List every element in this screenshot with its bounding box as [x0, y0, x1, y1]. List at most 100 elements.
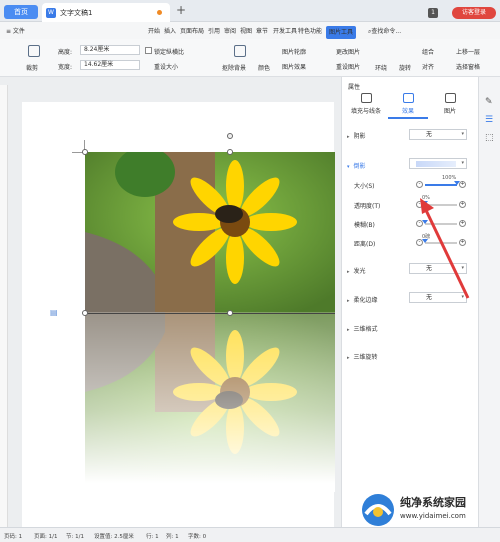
menu-insert[interactable]: 插入 — [164, 26, 176, 35]
menu-view[interactable]: 视图 — [240, 26, 252, 35]
menu-start[interactable]: 开始 — [148, 26, 160, 35]
bring-forward-button[interactable]: 上移一层 — [456, 47, 480, 56]
edit-icon[interactable]: ✎ — [485, 97, 493, 107]
menu-review[interactable]: 审阅 — [224, 26, 236, 35]
tab-home[interactable]: 首页 — [4, 5, 38, 19]
section-3d-rotation-label: 三维旋转 — [353, 354, 378, 361]
size-value: 100% — [442, 175, 457, 181]
vertical-ruler — [0, 85, 8, 527]
search-command[interactable]: ⌕查找命令... — [368, 26, 401, 36]
guest-login-button[interactable]: 访客登录 — [452, 7, 496, 19]
window-count-badge[interactable]: 1 — [428, 8, 438, 18]
reflection-preset-select[interactable]: ▾ — [409, 158, 467, 169]
menu-reference[interactable]: 引用 — [208, 26, 220, 35]
color-button[interactable]: 颜色 — [258, 63, 270, 72]
rotate-handle-icon[interactable] — [227, 133, 233, 139]
lock-ratio-label: 锁定纵横比 — [154, 49, 185, 56]
properties-icon[interactable]: ☰ — [485, 115, 493, 125]
picture-ribbon: 裁剪 高度: 8.24厘米 宽度: 14.62厘米 锁定纵横比 重设大小 抠除背… — [0, 39, 500, 77]
tab-document[interactable]: W 文字文稿1 — [42, 3, 170, 22]
change-pic-button[interactable]: 更改图片 — [336, 47, 360, 56]
distance-label: 距离(D) — [354, 241, 376, 248]
menu-picture-tools[interactable]: 图片工具 — [326, 26, 357, 39]
shadow-select-value: 无 — [426, 131, 433, 138]
section-3d-rotation[interactable]: ▸ 三维旋转 — [347, 352, 378, 361]
wrap-button[interactable]: 环绕 — [375, 63, 387, 72]
status-col: 列: 1 — [166, 534, 179, 540]
size-slider[interactable]: - 100% + — [416, 175, 466, 189]
section-soft-edges-label: 柔化边缘 — [353, 297, 378, 304]
selection-edge — [85, 313, 335, 314]
fill-icon — [360, 93, 372, 103]
section-glow[interactable]: ▸ 发光 — [347, 266, 366, 275]
transparency-label: 透明度(T) — [354, 203, 381, 210]
plus-icon[interactable]: + — [459, 181, 466, 188]
tab-fill-line[interactable]: 填充与线条 — [346, 93, 386, 119]
layout-options-icon[interactable]: ▤ — [50, 308, 58, 317]
expand-arrow-icon: ▾ — [347, 164, 350, 170]
status-section: 节: 1/1 — [66, 534, 84, 540]
collapse-arrow-icon: ▸ — [347, 134, 350, 140]
reflection-preset-swatch — [416, 161, 456, 167]
site-logo-icon — [362, 494, 394, 526]
section-reflection[interactable]: ▾ 倒影 — [347, 161, 366, 170]
collapse-arrow-icon: ▸ — [347, 355, 350, 361]
resize-handle[interactable] — [227, 310, 233, 316]
slider-fill — [425, 184, 457, 186]
menu-bar: ≡ 文件 开始 插入 页面布局 引用 审阅 视图 章节 开发工具 特色功能 图片… — [0, 22, 500, 39]
shadow-select[interactable]: 无 ▾ — [409, 129, 467, 140]
crop-label: 裁剪 — [26, 65, 39, 72]
resize-handle[interactable] — [82, 310, 88, 316]
tab-bar: 首页 W 文字文稿1 + 1 访客登录 — [0, 0, 500, 22]
lock-ratio-checkbox[interactable] — [145, 47, 152, 54]
tab-document-label: 文字文稿1 — [60, 9, 93, 17]
file-menu[interactable]: ≡ 文件 — [6, 26, 25, 35]
flower-image[interactable] — [85, 152, 335, 492]
height-label: 高度: — [58, 49, 73, 56]
width-field[interactable]: 14.62厘米 — [80, 60, 140, 70]
chevron-down-icon: ▾ — [461, 160, 464, 166]
align-button[interactable]: 对齐 — [422, 62, 434, 71]
menu-devtools[interactable]: 开发工具 — [273, 26, 297, 35]
minus-icon[interactable]: - — [416, 181, 423, 188]
reset-size-button[interactable]: 重设大小 — [154, 62, 178, 71]
section-3d-format[interactable]: ▸ 三维格式 — [347, 324, 378, 333]
select-icon[interactable]: ⬚ — [485, 133, 494, 143]
status-row: 行: 1 — [146, 534, 159, 540]
menu-layout[interactable]: 页面布局 — [180, 26, 204, 35]
reset-pic-button[interactable]: 重设图片 — [336, 62, 360, 71]
combine-button[interactable]: 组合 — [422, 47, 434, 56]
crop-icon[interactable] — [28, 45, 40, 57]
pic-outline-button[interactable]: 图片轮廓 — [282, 47, 306, 56]
select-pane-button[interactable]: 选择窗格 — [456, 62, 480, 71]
new-tab-button[interactable]: + — [176, 3, 186, 17]
unsaved-dot-icon — [157, 10, 162, 15]
resize-handle[interactable] — [82, 149, 88, 155]
collapse-arrow-icon: ▸ — [347, 298, 350, 304]
remove-bg-icon[interactable] — [234, 45, 246, 57]
menu-special[interactable]: 特色功能 — [298, 26, 322, 35]
status-pages: 页面: 1/1 — [34, 534, 58, 540]
section-soft-edges[interactable]: ▸ 柔化边缘 — [347, 295, 378, 304]
panel-title: 属性 — [348, 84, 361, 91]
annotation-arrow-icon — [420, 198, 470, 299]
section-reflection-label: 倒影 — [353, 163, 366, 170]
status-setting: 设置值: 2.5厘米 — [94, 534, 134, 540]
pic-effect-button[interactable]: 图片效果 — [282, 62, 306, 71]
size-label: 大小(S) — [354, 183, 375, 190]
remove-bg-label: 抠除背景 — [222, 65, 247, 72]
section-shadow-label: 阴影 — [353, 133, 366, 140]
height-field[interactable]: 8.24厘米 — [80, 45, 140, 55]
tab-effect-label: 效果 — [401, 108, 414, 115]
wps-doc-icon: W — [46, 8, 56, 18]
section-shadow[interactable]: ▸ 阴影 — [347, 131, 366, 140]
tab-effect[interactable]: 效果 — [388, 93, 428, 119]
tab-picture[interactable]: 图片 — [430, 93, 470, 119]
watermark-title: 纯净系统家园 — [400, 496, 466, 509]
width-label: 宽度: — [58, 64, 73, 71]
tab-fill-line-label: 填充与线条 — [350, 108, 381, 115]
menu-chapter[interactable]: 章节 — [256, 26, 268, 35]
rotate-button[interactable]: 旋转 — [399, 63, 411, 72]
resize-handle[interactable] — [227, 149, 233, 155]
status-page: 页码: 1 — [4, 534, 23, 540]
